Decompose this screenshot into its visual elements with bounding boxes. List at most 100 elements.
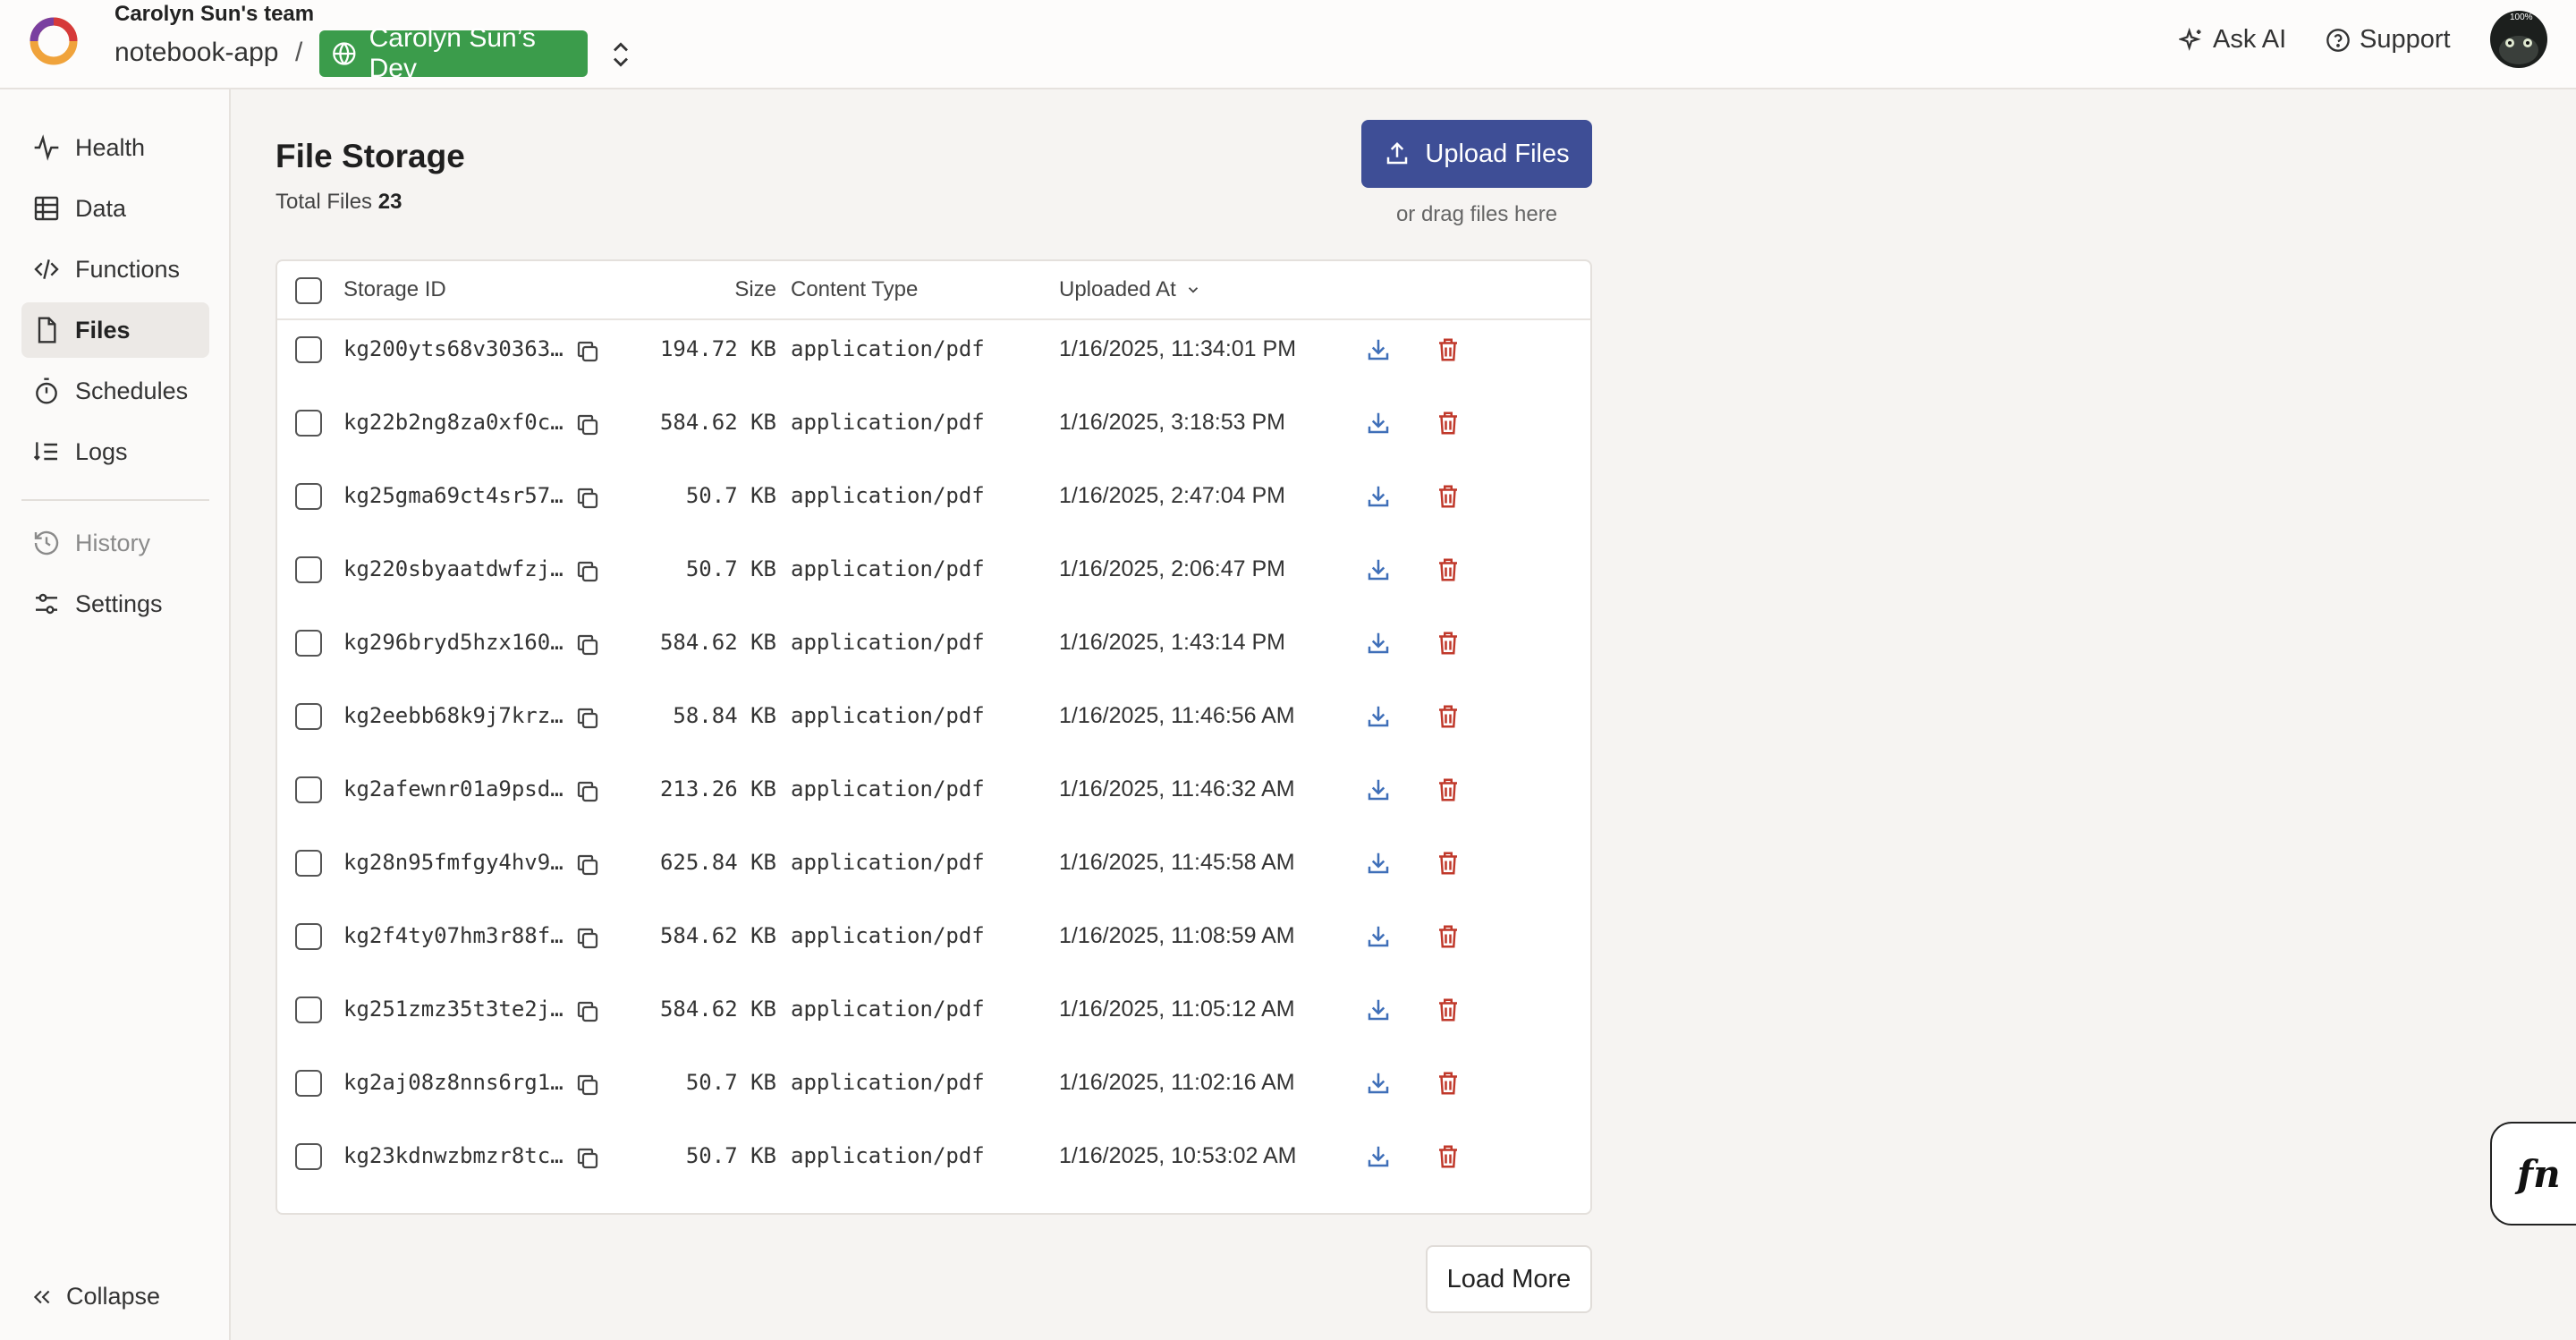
page-title: File Storage [275,138,465,174]
load-more-button[interactable]: Load More [1426,1245,1592,1313]
copy-icon[interactable] [574,925,601,952]
row-checkbox[interactable] [295,410,322,437]
collapse-button[interactable]: Collapse [30,1283,160,1310]
storage-id: kg25gma69ct4sr57… [343,483,564,508]
download-icon[interactable] [1365,776,1392,803]
storage-id: kg251zmz35t3te2j… [343,997,564,1022]
row-checkbox[interactable] [295,997,322,1023]
file-size: 584.62 KB [659,410,776,435]
row-checkbox[interactable] [295,556,322,583]
copy-icon[interactable] [574,778,601,805]
download-icon[interactable] [1365,997,1392,1023]
content-type: application/pdf [791,997,985,1022]
sidebar-item-logs[interactable]: Logs [21,424,209,479]
download-icon[interactable] [1365,1143,1392,1170]
row-checkbox[interactable] [295,776,322,803]
row-checkbox[interactable] [295,1143,322,1170]
total-files-label: Total Files [275,190,373,214]
drag-hint: or drag files here [1395,202,1558,226]
row-checkbox[interactable] [295,336,322,363]
files-table: Storage ID Size Content Type Uploaded At… [275,259,1592,1215]
table-row: kg25gma69ct4sr57… 50.7 KB application/pd… [277,467,1590,540]
convex-logo-icon[interactable] [27,14,80,68]
table-row: kg200yts68v30363… 194.72 KB application/… [277,320,1590,394]
download-icon[interactable] [1365,703,1392,730]
download-icon[interactable] [1365,556,1392,583]
storage-id: kg2aj08z8nns6rg1… [343,1070,564,1095]
uploaded-at: 1/16/2025, 11:02:16 AM [1059,1070,1295,1095]
copy-icon[interactable] [574,852,601,878]
download-icon[interactable] [1365,630,1392,657]
deployment-name: Carolyn Sun’s Dev [369,23,536,83]
chevron-down-icon [1188,287,1198,293]
trash-icon[interactable] [1435,483,1462,510]
sidebar-item-label: Health [75,133,146,161]
content-type: application/pdf [791,850,985,875]
sidebar-item-settings[interactable]: Settings [21,576,209,632]
help-circle-icon [2326,28,2350,52]
deployment-badge[interactable]: Carolyn Sun’s Dev [319,23,588,83]
sidebar-item-files[interactable]: Files [21,302,209,358]
download-icon[interactable] [1365,923,1392,950]
copy-icon[interactable] [574,558,601,585]
trash-icon[interactable] [1435,1070,1462,1097]
sidebar-item-health[interactable]: Health [21,120,209,175]
select-all-checkbox[interactable] [295,277,322,304]
collapse-label: Collapse [66,1283,161,1310]
copy-icon[interactable] [574,338,601,365]
upload-files-button[interactable]: Upload Files [1361,120,1592,188]
project-name[interactable]: notebook-app [114,38,279,68]
copy-icon[interactable] [574,1145,601,1172]
row-checkbox[interactable] [295,630,322,657]
sidebar-item-schedules[interactable]: Schedules [21,363,209,419]
header-uploaded-at[interactable]: Uploaded At [1059,277,1201,302]
trash-icon[interactable] [1435,997,1462,1023]
row-checkbox[interactable] [295,923,322,950]
team-name[interactable]: Carolyn Sun's team [114,2,314,27]
trash-icon[interactable] [1435,630,1462,657]
storage-id: kg296bryd5hzx160… [343,630,564,655]
file-size: 584.62 KB [659,997,776,1022]
download-icon[interactable] [1365,1070,1392,1097]
download-icon[interactable] [1365,336,1392,363]
row-checkbox[interactable] [295,483,322,510]
sidebar-item-functions[interactable]: Functions [21,242,209,297]
sidebar-item-data[interactable]: Data [21,181,209,236]
sliders-icon [36,593,57,615]
trash-icon[interactable] [1435,850,1462,877]
sidebar-item-label: Files [75,316,131,343]
copy-icon[interactable] [574,632,601,658]
trash-icon[interactable] [1435,1143,1462,1170]
row-checkbox[interactable] [295,850,322,877]
row-checkbox[interactable] [295,703,322,730]
trash-icon[interactable] [1435,703,1462,730]
trash-icon[interactable] [1435,410,1462,437]
row-checkbox[interactable] [295,1070,322,1097]
copy-icon[interactable] [574,705,601,732]
copy-icon[interactable] [574,1072,601,1098]
uploaded-at: 1/16/2025, 3:18:53 PM [1059,410,1285,435]
support-button[interactable]: Support [2326,25,2451,55]
sidebar-item-label: History [75,529,151,556]
sidebar-item-history[interactable]: History [21,515,209,571]
trash-icon[interactable] [1435,556,1462,583]
chevron-up-down-icon[interactable] [608,39,633,70]
function-runner-tab[interactable]: fn [2490,1122,2576,1226]
trash-icon[interactable] [1435,336,1462,363]
uploaded-at: 1/16/2025, 11:05:12 AM [1059,997,1295,1022]
download-icon[interactable] [1365,410,1392,437]
copy-icon[interactable] [574,485,601,512]
file-size: 50.7 KB [685,1143,776,1168]
trash-icon[interactable] [1435,776,1462,803]
download-icon[interactable] [1365,850,1392,877]
copy-icon[interactable] [574,411,601,438]
chevrons-left-icon [33,1290,50,1303]
storage-id: kg22b2ng8za0xf0c… [343,410,564,435]
ask-ai-button[interactable]: Ask AI [2179,25,2286,55]
download-icon[interactable] [1365,483,1392,510]
uploaded-at: 1/16/2025, 2:47:04 PM [1059,483,1285,508]
user-avatar[interactable]: 100% [2490,11,2547,68]
storage-id: kg200yts68v30363… [343,336,564,361]
trash-icon[interactable] [1435,923,1462,950]
copy-icon[interactable] [574,998,601,1025]
